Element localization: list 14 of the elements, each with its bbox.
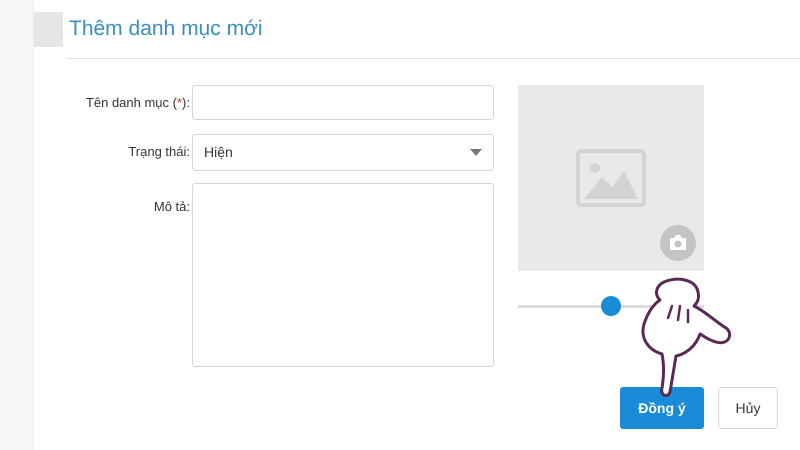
caret-icon [470, 149, 482, 156]
field-label: Mô tả: [152, 198, 191, 216]
heading-marker [34, 12, 63, 46]
camera-icon[interactable] [660, 225, 696, 261]
image-placeholder[interactable] [518, 85, 704, 271]
confirm-button[interactable]: Đồng ý [620, 387, 704, 429]
status-dropdown[interactable]: Hiện [192, 134, 494, 171]
name-field[interactable] [192, 85, 494, 120]
form-title: Thêm danh mục mới [69, 16, 263, 42]
field-label: Tên danh mục (*): [84, 94, 191, 112]
description-field[interactable] [192, 183, 494, 367]
field-label: Trạng thái: [127, 143, 191, 161]
cancel-button[interactable]: Hủy [718, 387, 778, 429]
slider-thumb[interactable] [601, 296, 621, 316]
